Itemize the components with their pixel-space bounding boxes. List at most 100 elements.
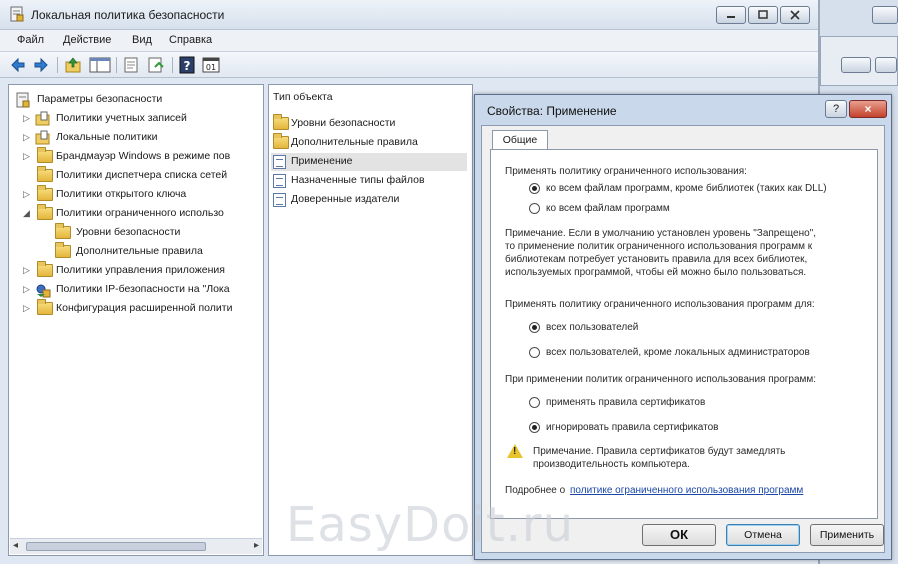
background-window-button[interactable]: [872, 6, 898, 24]
policy-document-icon: [273, 193, 286, 207]
expand-arrow-icon[interactable]: ▷: [23, 113, 33, 123]
expand-arrow-icon: [23, 170, 33, 180]
menu-file[interactable]: Файл: [17, 34, 44, 46]
section-apply-to-label: Применять политику ограниченного использ…: [505, 166, 747, 177]
show-tree-icon[interactable]: [89, 56, 111, 74]
column-header-object-type[interactable]: Тип объекта: [269, 91, 472, 109]
tree-item-root[interactable]: Параметры безопасности: [13, 91, 263, 109]
cancel-button[interactable]: Отмена: [726, 524, 800, 546]
tab-general[interactable]: Общие: [492, 130, 548, 150]
toolbar-separator: [172, 57, 173, 73]
tree-item-network-list[interactable]: Политики диспетчера списка сетей: [23, 166, 263, 185]
radio-all-users[interactable]: [529, 322, 540, 333]
background-maximize-button[interactable]: [875, 57, 897, 73]
radio-all-files-label[interactable]: ко всем файлам программ: [546, 203, 670, 214]
menu-bar: Файл Действие Вид Справка: [0, 30, 818, 52]
folder-icon: [37, 204, 53, 220]
tree-item-software-restriction[interactable]: ◢ Политики ограниченного использо: [23, 204, 263, 223]
note-text-line: то применение политик ограниченного испо…: [505, 241, 813, 252]
refresh-icon[interactable]: [147, 56, 165, 74]
list-item-file-types[interactable]: Назначенные типы файлов: [271, 172, 467, 190]
radio-all-files[interactable]: [529, 203, 540, 214]
radio-except-admins-label[interactable]: всех пользователей, кроме локальных адми…: [546, 347, 810, 358]
export-list-icon[interactable]: [123, 56, 141, 74]
scroll-thumb[interactable]: [26, 542, 206, 551]
list-item-label: Доверенные издатели: [291, 193, 400, 205]
background-window: [820, 36, 898, 86]
minimize-button[interactable]: [716, 6, 746, 24]
tree-item-ip-security[interactable]: ▷ Политики IP-безопасности на "Лока: [23, 281, 263, 299]
close-button[interactable]: [780, 6, 810, 24]
warning-text-line: Примечание. Правила сертификатов будут з…: [533, 446, 786, 457]
help-icon[interactable]: ?: [178, 56, 196, 74]
tree-item-label: Политики учетных записей: [56, 112, 187, 124]
tree-item-account-policies[interactable]: ▷ Политики учетных записей: [23, 110, 263, 128]
expand-arrow-icon[interactable]: ▷: [23, 151, 33, 161]
dialog-help-button[interactable]: ?: [825, 100, 847, 118]
back-arrow-icon[interactable]: [9, 56, 27, 74]
list-item-additional-rules[interactable]: Дополнительные правила: [271, 133, 467, 152]
tree-item-label: Параметры безопасности: [37, 93, 163, 105]
list-item-enforcement[interactable]: Применение: [271, 153, 467, 171]
tree-item-label: Дополнительные правила: [76, 245, 203, 257]
svg-text:?: ?: [184, 59, 191, 73]
list-item-security-levels[interactable]: Уровни безопасности: [271, 114, 467, 133]
tree-item-label: Политики IP-безопасности на "Лока: [56, 283, 230, 295]
console-icon[interactable]: 01: [202, 56, 220, 74]
watermark-text: EasyDoit.ru: [286, 497, 575, 553]
warning-icon: [507, 444, 523, 458]
section-apply-for-label: Применять политику ограниченного использ…: [505, 299, 815, 310]
tree-item-local-policies[interactable]: ▷ Локальные политики: [23, 129, 263, 147]
forward-arrow-icon[interactable]: [32, 56, 50, 74]
tree-pane: Параметры безопасности ▷ Политики учетны…: [8, 84, 264, 556]
up-folder-icon[interactable]: [64, 56, 82, 74]
expand-arrow-icon[interactable]: ▷: [23, 284, 33, 294]
scroll-left-icon[interactable]: ◂: [13, 540, 18, 551]
tree-item-label: Уровни безопасности: [76, 226, 181, 238]
scroll-right-icon[interactable]: ▸: [254, 540, 259, 551]
list-item-label: Дополнительные правила: [291, 136, 418, 148]
expand-arrow-icon[interactable]: ▷: [23, 132, 33, 142]
menu-help[interactable]: Справка: [169, 34, 212, 46]
radio-except-libraries-label[interactable]: ко всем файлам программ, кроме библиотек…: [546, 183, 827, 194]
dialog-body: Общие Применять политику ограниченного и…: [481, 125, 885, 553]
radio-ignore-cert-rules-label[interactable]: игнорировать правила сертификатов: [546, 422, 718, 433]
tree-item-additional-rules[interactable]: Дополнительные правила: [41, 242, 261, 261]
tree-item-label: Политики ограниченного использо: [56, 207, 224, 219]
tree-item-public-key[interactable]: ▷ Политики открытого ключа: [23, 185, 263, 204]
expand-arrow-icon[interactable]: ▷: [23, 189, 33, 199]
tree-item-advanced-audit[interactable]: ▷ Конфигурация расширенной полити: [23, 299, 263, 318]
apply-button[interactable]: Применить: [810, 524, 884, 546]
radio-all-users-label[interactable]: всех пользователей: [546, 322, 638, 333]
list-item-label: Назначенные типы файлов: [291, 174, 425, 186]
folder-policy-icon: [35, 111, 50, 126]
collapse-arrow-icon[interactable]: ◢: [23, 208, 33, 218]
tree-item-app-control[interactable]: ▷ Политики управления приложения: [23, 261, 263, 280]
dialog-title: Свойства: Применение: [487, 104, 617, 118]
tree-item-security-levels[interactable]: Уровни безопасности: [41, 223, 261, 242]
menu-action[interactable]: Действие: [63, 34, 111, 46]
folder-icon: [273, 133, 289, 149]
radio-apply-cert-rules[interactable]: [529, 397, 540, 408]
menu-view[interactable]: Вид: [132, 34, 152, 46]
radio-apply-cert-rules-label[interactable]: применять правила сертификатов: [546, 397, 705, 408]
close-icon: [790, 10, 800, 20]
ok-button[interactable]: ОК: [642, 524, 716, 546]
tree-item-firewall[interactable]: ▷ Брандмауэр Windows в режиме пов: [23, 147, 263, 166]
maximize-button[interactable]: [748, 6, 778, 24]
radio-ignore-cert-rules[interactable]: [529, 422, 540, 433]
background-minimize-button[interactable]: [841, 57, 871, 73]
window-title: Локальная политика безопасности: [31, 8, 225, 22]
tree-item-label: Локальные политики: [56, 131, 158, 143]
radio-except-libraries[interactable]: [529, 183, 540, 194]
folder-icon: [273, 114, 289, 130]
horizontal-scrollbar[interactable]: ◂ ▸: [10, 538, 262, 554]
more-info-link[interactable]: политике ограниченного использования про…: [570, 485, 803, 496]
list-item-trusted-publishers[interactable]: Доверенные издатели: [271, 191, 467, 209]
tree-item-label: Политики управления приложения: [56, 264, 225, 276]
expand-arrow-icon[interactable]: ▷: [23, 303, 33, 313]
expand-arrow-icon[interactable]: ▷: [23, 265, 33, 275]
radio-except-admins[interactable]: [529, 347, 540, 358]
dialog-close-button[interactable]: ×: [849, 100, 887, 118]
folder-icon: [55, 242, 71, 258]
